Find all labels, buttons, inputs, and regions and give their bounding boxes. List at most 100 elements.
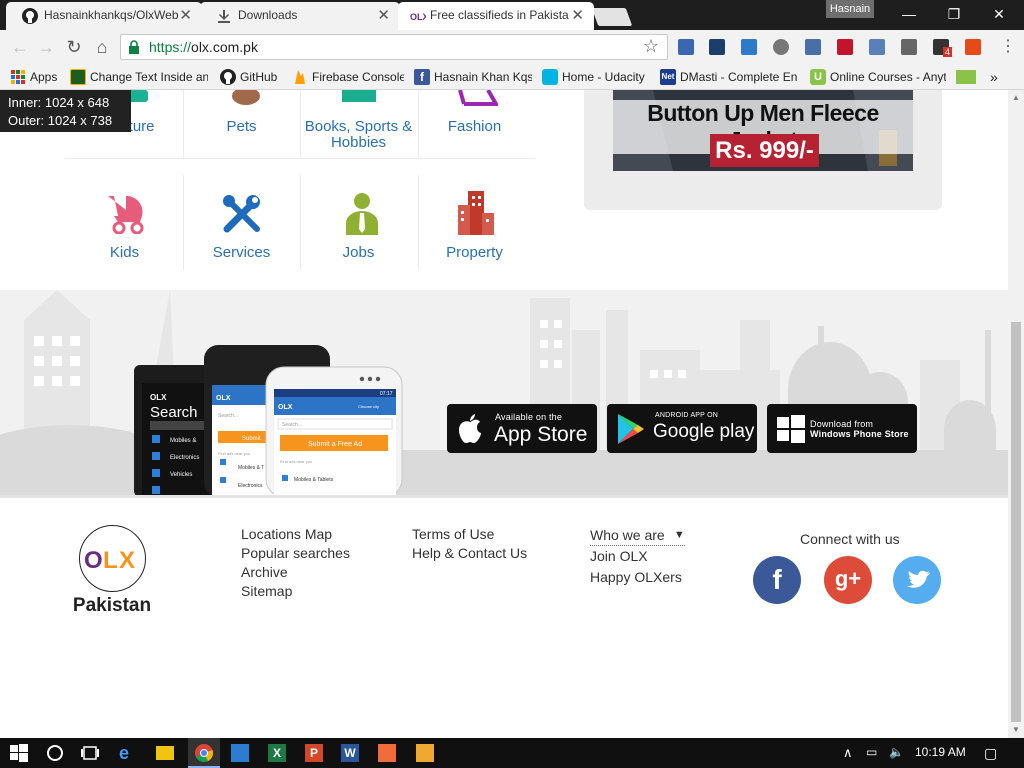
- notification-icon[interactable]: ▢: [984, 745, 997, 762]
- category-property[interactable]: Property: [416, 245, 533, 261]
- bookmark-online-courses[interactable]: U Online Courses - Anyt: [810, 68, 946, 86]
- footer-link-join-olx[interactable]: Join OLX: [590, 547, 648, 566]
- windows-start-icon[interactable]: [10, 744, 28, 762]
- bookmark-label: Change Text Inside an: [90, 70, 208, 84]
- footer-link-help-contact[interactable]: Help & Contact Us: [412, 544, 527, 563]
- footer-link-sitemap[interactable]: Sitemap: [241, 582, 292, 601]
- facebook-icon: f: [414, 69, 430, 85]
- profile-badge[interactable]: Hasnain: [826, 0, 874, 18]
- extension-icon[interactable]: [901, 39, 917, 55]
- scroll-down-icon[interactable]: ▼: [1008, 722, 1024, 738]
- tab-title: Downloads: [238, 8, 298, 22]
- footer-link-terms[interactable]: Terms of Use: [412, 525, 494, 544]
- extension-icon[interactable]: [678, 39, 694, 55]
- extension-icon[interactable]: [805, 39, 821, 55]
- footer-link-happy-olxers[interactable]: Happy OLXers: [590, 568, 682, 587]
- search-circle-icon[interactable]: [46, 744, 64, 762]
- bookmark-dmasti[interactable]: Net DMasti - Complete En: [660, 68, 798, 86]
- tab-olx[interactable]: OLX Free classifieds in Pakista ✕: [398, 2, 594, 30]
- android-icon: [70, 69, 86, 85]
- extension-icon[interactable]: [709, 39, 725, 55]
- store-big-text: Google play: [653, 421, 755, 442]
- bookmark-firebase[interactable]: Firebase Console: [292, 68, 404, 86]
- footer-link-popular-searches[interactable]: Popular searches: [241, 544, 350, 563]
- menu-dots-icon[interactable]: ⋮: [996, 36, 1020, 58]
- twitter-icon[interactable]: [893, 556, 941, 604]
- network-icon[interactable]: ▭: [866, 745, 877, 759]
- tablet-search-text: Search: [150, 404, 198, 421]
- category-services[interactable]: Services: [183, 245, 300, 261]
- tools-icon: [223, 195, 260, 233]
- extension-icon[interactable]: [837, 39, 853, 55]
- bookmark-facebook[interactable]: f Hasnain Khan Kqs: [414, 68, 532, 86]
- ad-price: Rs. 999/-: [710, 134, 819, 167]
- tab-downloads[interactable]: Downloads ✕: [200, 2, 400, 30]
- ad-banner[interactable]: Button Up Men Fleece Jacket Rs. 999/-: [613, 90, 913, 171]
- close-icon[interactable]: ✕: [571, 2, 584, 29]
- minimize-icon[interactable]: —: [886, 0, 932, 28]
- facebook-icon[interactable]: f: [753, 556, 801, 604]
- excel-icon[interactable]: X: [268, 744, 286, 762]
- edge-icon[interactable]: e: [119, 744, 137, 762]
- extension-icon[interactable]: 4: [933, 39, 953, 57]
- office-icon[interactable]: [965, 39, 981, 55]
- extension-icon[interactable]: [869, 39, 885, 55]
- close-icon[interactable]: ✕: [179, 2, 192, 29]
- forward-arrow-icon[interactable]: →: [34, 36, 58, 58]
- firebase-icon: [295, 70, 305, 84]
- udemy-icon: U: [810, 69, 826, 85]
- who-we-are-dropdown[interactable]: Who we are ▼: [590, 526, 685, 546]
- category-fashion[interactable]: Fashion: [416, 119, 533, 135]
- extension-icon[interactable]: [773, 39, 789, 55]
- home-icon[interactable]: ⌂: [90, 36, 114, 58]
- scroll-up-icon[interactable]: ▲: [1008, 90, 1024, 106]
- app-icon[interactable]: [378, 744, 396, 762]
- task-view-icon[interactable]: [81, 744, 99, 762]
- category-jobs[interactable]: Jobs: [300, 245, 417, 261]
- footer-link-archive[interactable]: Archive: [241, 563, 288, 582]
- close-window-icon[interactable]: ✕: [976, 0, 1022, 28]
- olx-logo[interactable]: O L X: [79, 525, 146, 592]
- bookmark-star-icon[interactable]: ☆: [643, 36, 659, 57]
- bookmark-udacity[interactable]: Home - Udacity: [542, 68, 650, 86]
- svg-text:OLX: OLX: [410, 12, 426, 22]
- bookmark-apps[interactable]: Apps: [10, 68, 62, 86]
- app-store-button[interactable]: Available on the App Store: [447, 404, 597, 453]
- more-bookmarks-icon[interactable]: »: [990, 68, 1006, 86]
- category-pets[interactable]: Pets: [183, 119, 300, 135]
- clock-time[interactable]: 10:19 AM: [915, 745, 966, 759]
- address-bar[interactable]: https://olx.com.pk ☆: [120, 34, 668, 60]
- w3-icon[interactable]: [956, 70, 976, 84]
- google-plus-icon[interactable]: g+: [824, 556, 872, 604]
- windows-store-button[interactable]: Download from Windows Phone Store: [767, 404, 917, 453]
- extension-badge: 4: [943, 47, 953, 57]
- file-explorer-icon[interactable]: [156, 746, 174, 760]
- lock-icon: [129, 40, 139, 54]
- app-icon[interactable]: [416, 744, 434, 762]
- bookmark-change-text[interactable]: Change Text Inside an: [70, 68, 208, 86]
- chevron-up-icon[interactable]: ∧: [843, 745, 853, 761]
- category-books-sports-hobbies[interactable]: Books, Sports & Hobbies: [300, 119, 417, 151]
- close-icon[interactable]: ✕: [377, 2, 390, 29]
- reload-icon[interactable]: ↻: [62, 36, 86, 58]
- maximize-icon[interactable]: ❐: [931, 0, 977, 28]
- store-big-text: App Store: [494, 423, 588, 446]
- new-tab-button[interactable]: [591, 8, 633, 26]
- google-play-button[interactable]: ANDROID APP ON Google play: [607, 404, 757, 453]
- powerpoint-icon[interactable]: P: [305, 744, 323, 762]
- footer-link-locations-map[interactable]: Locations Map: [241, 525, 332, 544]
- phone2-city-text: Choose city: [358, 404, 379, 409]
- vscode-icon[interactable]: [231, 744, 249, 762]
- page-scrollbar[interactable]: ▲ ▼: [1008, 90, 1024, 738]
- scroll-thumb[interactable]: [1011, 322, 1021, 722]
- tab-github[interactable]: Hasnainkhankqs/OlxWeb ✕: [6, 2, 202, 30]
- chrome-icon[interactable]: [195, 744, 213, 762]
- volume-icon[interactable]: 🔈: [889, 745, 904, 759]
- category-kids[interactable]: Kids: [66, 245, 183, 261]
- back-arrow-icon[interactable]: ←: [8, 36, 32, 58]
- bookmark-github[interactable]: GitHub: [220, 68, 282, 86]
- extension-icon[interactable]: [741, 39, 757, 55]
- word-icon[interactable]: W: [341, 744, 359, 762]
- bookmark-label: Firebase Console: [312, 70, 404, 84]
- connect-heading: Connect with us: [800, 531, 900, 547]
